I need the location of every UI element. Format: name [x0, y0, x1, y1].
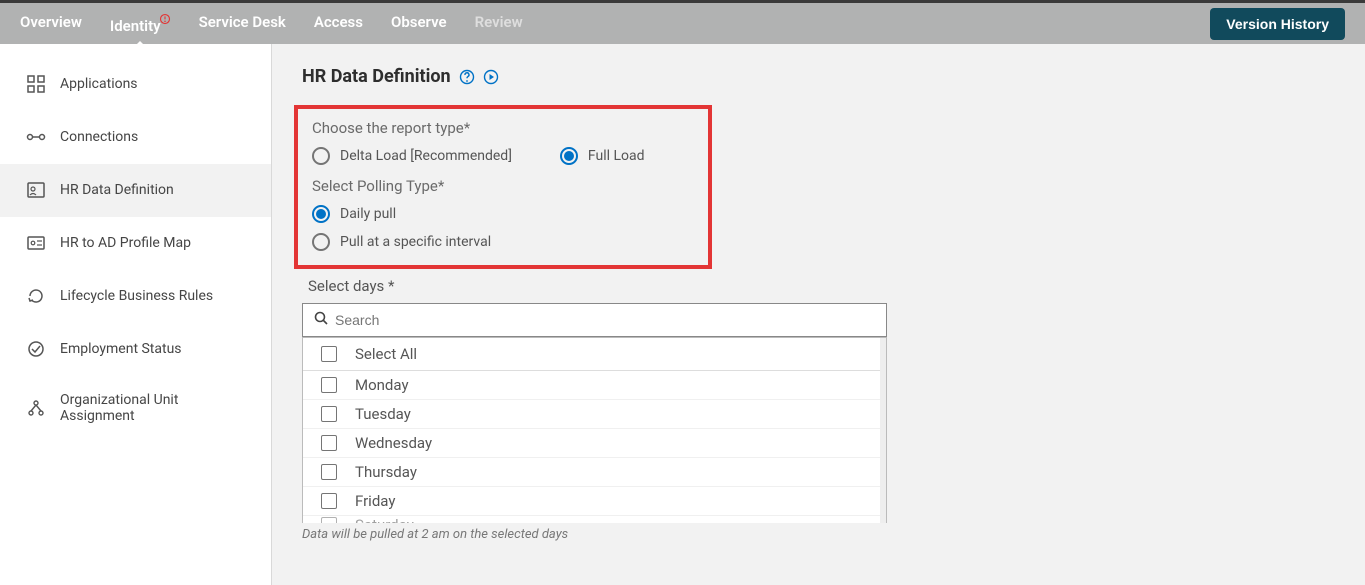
sidebar: Applications Connections HR Data Definit… [0, 44, 272, 585]
day-row-monday[interactable]: Monday [303, 371, 886, 400]
radio-specific-interval[interactable]: Pull at a specific interval [312, 233, 694, 251]
day-label: Wednesday [355, 434, 432, 452]
checkbox-icon [321, 435, 337, 451]
radio-icon [312, 233, 330, 251]
radio-label: Full Load [588, 148, 645, 164]
tab-identity-label: Identity [110, 17, 161, 35]
profile-map-icon [26, 233, 46, 253]
day-row-saturday[interactable]: Saturday [303, 516, 886, 523]
play-icon[interactable] [483, 69, 499, 85]
hr-data-icon [26, 180, 46, 200]
sidebar-item-label: Employment Status [60, 341, 182, 357]
top-navigation: Overview Identity Service Desk Access Ob… [0, 0, 1365, 44]
checkbox-icon [321, 406, 337, 422]
sidebar-item-hr-data-definition[interactable]: HR Data Definition [0, 164, 271, 217]
sidebar-item-label: Applications [60, 76, 138, 92]
tab-access[interactable]: Access [314, 3, 363, 45]
applications-icon [26, 74, 46, 94]
sidebar-item-label: Connections [60, 129, 138, 145]
tab-observe[interactable]: Observe [391, 3, 447, 45]
day-row-wednesday[interactable]: Wednesday [303, 429, 886, 458]
alert-icon [159, 13, 171, 25]
select-days-section: Select days * Select All Monday [302, 277, 887, 542]
day-row-tuesday[interactable]: Tuesday [303, 400, 886, 429]
days-search-input[interactable] [335, 312, 876, 328]
highlighted-section: Choose the report type* Delta Load [Reco… [294, 105, 712, 269]
checkbox-icon [321, 377, 337, 393]
scrollbar[interactable] [880, 338, 886, 523]
days-hint-text: Data will be pulled at 2 am on the selec… [302, 527, 887, 542]
radio-label: Pull at a specific interval [340, 234, 491, 250]
days-list: Select All Monday Tuesday Wednesday Thur… [302, 337, 887, 523]
page-title-row: HR Data Definition [302, 66, 1335, 87]
sidebar-item-lifecycle[interactable]: Lifecycle Business Rules [0, 270, 271, 323]
employment-status-icon [26, 339, 46, 359]
tab-identity[interactable]: Identity [110, 3, 171, 45]
day-label: Tuesday [355, 405, 411, 423]
top-tabs: Overview Identity Service Desk Access Ob… [20, 3, 1210, 45]
sidebar-item-applications[interactable]: Applications [0, 58, 271, 111]
sidebar-item-label: Lifecycle Business Rules [60, 288, 213, 304]
radio-label: Daily pull [340, 206, 396, 222]
tab-overview[interactable]: Overview [20, 3, 82, 45]
sidebar-item-label: HR Data Definition [60, 182, 174, 198]
day-label: Saturday [355, 516, 414, 523]
day-row-select-all[interactable]: Select All [303, 338, 886, 371]
checkbox-icon [321, 517, 337, 524]
radio-daily-pull[interactable]: Daily pull [312, 205, 694, 223]
tab-review[interactable]: Review [475, 3, 523, 45]
checkbox-icon [321, 346, 337, 362]
day-row-friday[interactable]: Friday [303, 487, 886, 516]
day-label: Monday [355, 376, 409, 394]
polling-type-label: Select Polling Type* [312, 177, 694, 195]
checkbox-icon [321, 464, 337, 480]
content-area: HR Data Definition Choose the report typ… [272, 44, 1365, 585]
sidebar-item-profile-map[interactable]: HR to AD Profile Map [0, 217, 271, 270]
search-icon [313, 310, 329, 330]
radio-full-load[interactable]: Full Load [560, 147, 645, 165]
day-label: Thursday [355, 463, 417, 481]
sidebar-item-connections[interactable]: Connections [0, 111, 271, 164]
lifecycle-icon [26, 286, 46, 306]
sidebar-item-label: HR to AD Profile Map [60, 235, 191, 251]
sidebar-item-employment-status[interactable]: Employment Status [0, 323, 271, 376]
org-unit-icon [26, 398, 46, 418]
sidebar-item-org-unit[interactable]: Organizational Unit Assignment [0, 376, 271, 441]
radio-icon [560, 147, 578, 165]
radio-label: Delta Load [Recommended] [340, 148, 512, 164]
version-history-button[interactable]: Version History [1210, 8, 1345, 40]
radio-icon [312, 147, 330, 165]
tab-service-desk[interactable]: Service Desk [199, 3, 286, 45]
connections-icon [26, 127, 46, 147]
radio-icon [312, 205, 330, 223]
report-type-label: Choose the report type* [312, 119, 694, 137]
page-title: HR Data Definition [302, 66, 451, 87]
radio-delta-load[interactable]: Delta Load [Recommended] [312, 147, 512, 165]
day-row-thursday[interactable]: Thursday [303, 458, 886, 487]
day-label: Friday [355, 492, 395, 510]
select-days-label: Select days * [308, 277, 887, 295]
days-search-box[interactable] [302, 303, 887, 337]
help-icon[interactable] [459, 69, 475, 85]
checkbox-icon [321, 493, 337, 509]
sidebar-item-label: Organizational Unit Assignment [60, 392, 245, 424]
day-label: Select All [355, 345, 417, 363]
